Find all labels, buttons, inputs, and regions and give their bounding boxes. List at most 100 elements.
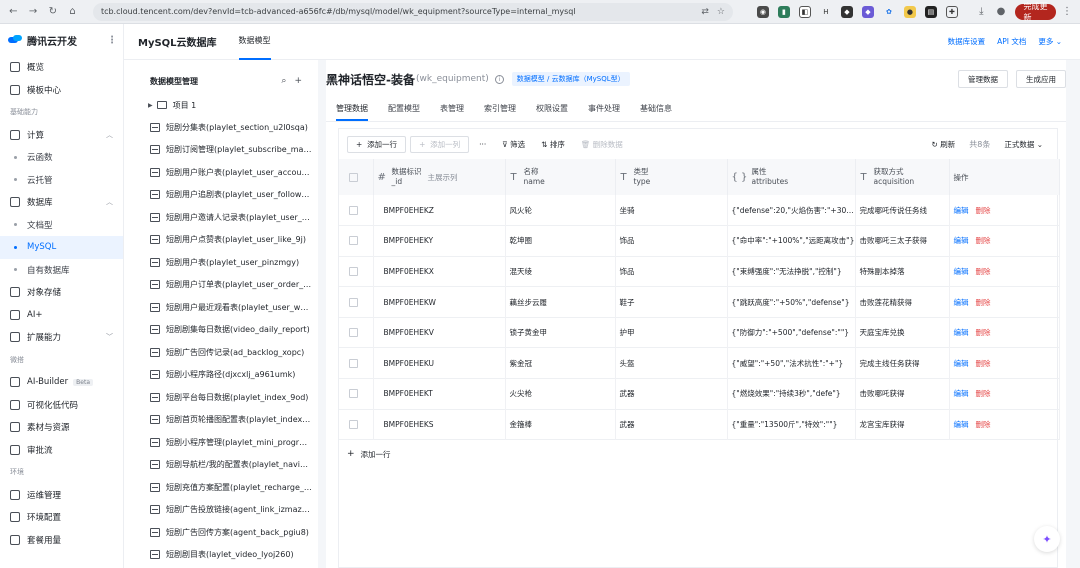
- sidebar-item-overview[interactable]: 概览: [0, 56, 123, 79]
- cell-id[interactable]: BMPF0EHEKW: [373, 286, 506, 318]
- cell-acquisition[interactable]: 完成哪吒传说任务线: [855, 195, 950, 226]
- row-select-cell[interactable]: [339, 378, 374, 410]
- cell-acquisition[interactable]: 击败哪吒三太子获得: [855, 225, 950, 257]
- cell-name[interactable]: 紫金冠: [505, 347, 616, 379]
- list-item[interactable]: 短剧用户邀请人记录表(playlet_user_invite): [138, 206, 312, 229]
- sidebar-item-database[interactable]: 数据库 ︿: [0, 191, 123, 214]
- download-icon[interactable]: ⤓: [976, 5, 987, 19]
- cell-name[interactable]: 金箍棒: [505, 409, 616, 440]
- cell-acquisition[interactable]: 击败哪吒获得: [855, 378, 950, 410]
- cell-name[interactable]: 混天绫: [505, 256, 616, 287]
- list-item[interactable]: 短剧广告回传方案(agent_back_pgiu8): [138, 521, 312, 544]
- edit-link[interactable]: 编辑: [954, 420, 969, 429]
- table-row[interactable]: BMPF0EHEKT 火尖枪 武器 {"燃烧效果":"持续3秒","defe"} 击败哪…: [339, 378, 1060, 410]
- row-checkbox[interactable]: [349, 205, 358, 215]
- list-item[interactable]: 短剧分集表(playlet_section_u2l0sqa): [138, 116, 312, 139]
- list-item[interactable]: 短剧小程序管理(playlet_mini_program): [138, 431, 312, 454]
- add-row-button[interactable]: + 添加一行: [347, 135, 407, 153]
- address-bar[interactable]: tcb.cloud.tencent.com/dev?envId=tcb-adva…: [92, 2, 733, 21]
- list-item[interactable]: 短剧导航栏/我的配置表(playlet_navigation): [138, 454, 312, 477]
- tab-basic-info[interactable]: 基础信息: [640, 103, 672, 121]
- cell-type[interactable]: 坐骑: [615, 195, 728, 226]
- extension-icon[interactable]: ◆: [861, 5, 874, 18]
- assistant-icon[interactable]: ✦: [1034, 526, 1060, 552]
- tab-index-manage[interactable]: 索引管理: [484, 103, 516, 121]
- row-select-cell[interactable]: [339, 195, 374, 226]
- sidebar-item-approval[interactable]: 审批流: [0, 439, 123, 462]
- list-item[interactable]: 短剧用户最近观看表(playlet_user_watch): [138, 296, 312, 319]
- cell-id[interactable]: BMPF0EHEKZ: [373, 195, 506, 226]
- cell-type[interactable]: 武器: [615, 378, 728, 410]
- table-row[interactable]: BMPF0EHEKS 金箍棒 武器 {"重量":"13500斤","特效":""} 龙宫…: [339, 409, 1060, 440]
- cell-name[interactable]: 藕丝步云履: [505, 286, 616, 318]
- cell-type[interactable]: 饰品: [615, 256, 728, 287]
- cell-id[interactable]: BMPF0EHEKV: [373, 317, 506, 348]
- row-select-cell[interactable]: [339, 225, 374, 257]
- sidebar-item-storage[interactable]: 对象存储: [0, 281, 123, 304]
- list-item[interactable]: 短剧用户订单表(playlet_user_order_9x): [138, 274, 312, 297]
- extension-icon[interactable]: H: [820, 6, 832, 18]
- cell-type[interactable]: 鞋子: [615, 286, 728, 318]
- search-icon[interactable]: ⌕: [281, 76, 286, 86]
- list-item[interactable]: 短剧用户账户表(playlet_user_account): [138, 161, 312, 184]
- select-all-checkbox[interactable]: [349, 172, 358, 182]
- extension-icon[interactable]: ▤: [924, 5, 937, 18]
- list-item[interactable]: 短剧用户表(playlet_user_pinzmgy): [138, 251, 312, 274]
- row-checkbox[interactable]: [349, 328, 358, 338]
- cell-name[interactable]: 风火轮: [505, 195, 616, 226]
- cell-attributes[interactable]: {"defense":20,"火焰伤害":"+30%"}: [727, 195, 856, 226]
- add-row-footer[interactable]: + 添加一行: [339, 440, 1057, 468]
- cell-type[interactable]: 头盔: [615, 347, 728, 379]
- filter-button[interactable]: ⊽ 筛选: [496, 136, 531, 153]
- row-checkbox[interactable]: [349, 266, 358, 276]
- cell-attributes[interactable]: {"防御力":"+500","defense":""}: [727, 317, 856, 348]
- cell-id[interactable]: BMPF0EHEKS: [373, 409, 506, 440]
- cell-name[interactable]: 锁子黄金甲: [505, 317, 616, 348]
- add-icon[interactable]: +: [294, 76, 302, 86]
- sidebar-item-usage[interactable]: 套餐用量: [0, 529, 123, 552]
- edit-link[interactable]: 编辑: [954, 267, 969, 276]
- row-select-cell[interactable]: [339, 256, 374, 287]
- sidebar-item-ai-builder[interactable]: AI-Builder Beta: [0, 371, 123, 394]
- cell-attributes[interactable]: {"威望":"+50","法术抗性":"+"}: [727, 347, 856, 379]
- table-row[interactable]: BMPF0EHEKU 紫金冠 头盔 {"威望":"+50","法术抗性":"+"} 完成…: [339, 347, 1060, 379]
- table-row[interactable]: BMPF0EHEKW 藕丝步云履 鞋子 {"跳跃高度":"+50%","defense…: [339, 286, 1060, 318]
- delete-link[interactable]: 删除: [976, 359, 991, 368]
- select-all-cell[interactable]: [339, 159, 374, 195]
- cell-attributes[interactable]: {"跳跃高度":"+50%","defense"}: [727, 286, 856, 318]
- edit-link[interactable]: 编辑: [954, 236, 969, 245]
- db-settings-link[interactable]: 数据库设置: [948, 36, 986, 47]
- row-checkbox[interactable]: [349, 297, 358, 307]
- cell-name[interactable]: 火尖枪: [505, 378, 616, 410]
- delete-link[interactable]: 删除: [976, 420, 991, 429]
- extension-icon[interactable]: ◧: [798, 5, 811, 18]
- sidebar-item-document[interactable]: 文档型: [0, 214, 123, 237]
- list-item[interactable]: 短剧剧目表(laylet_video_lyoj260): [138, 544, 312, 567]
- cell-type[interactable]: 武器: [615, 409, 728, 440]
- tab-data-model[interactable]: 数据模型: [238, 24, 271, 60]
- translate-icon[interactable]: ⇄: [701, 7, 709, 17]
- back-icon[interactable]: ←: [8, 5, 19, 19]
- sidebar-item-cloudrun[interactable]: 云托管: [0, 169, 123, 192]
- cell-acquisition[interactable]: 特殊副本掉落: [855, 256, 950, 287]
- cell-acquisition[interactable]: 击败莲花精获得: [855, 286, 950, 318]
- cell-type[interactable]: 护甲: [615, 317, 728, 348]
- delete-data-button[interactable]: 🗑 删除数据: [575, 136, 629, 153]
- forward-icon[interactable]: →: [28, 5, 39, 19]
- env-select[interactable]: 正式数据 ⌄: [998, 136, 1049, 153]
- sidebar-item-env-config[interactable]: 环境配置: [0, 506, 123, 529]
- sidebar-item-ai[interactable]: AI+: [0, 304, 123, 327]
- reload-icon[interactable]: ↻: [47, 5, 58, 19]
- delete-link[interactable]: 删除: [976, 328, 991, 337]
- cell-attributes[interactable]: {"束缚强度":"无法挣脱","控制"}: [727, 256, 856, 287]
- extension-icon[interactable]: ✿: [883, 6, 895, 18]
- delete-link[interactable]: 删除: [976, 389, 991, 398]
- edit-link[interactable]: 编辑: [954, 389, 969, 398]
- sidebar-item-extensions[interactable]: 扩展能力 ﹀: [0, 326, 123, 349]
- extension-icon[interactable]: ▮: [777, 5, 790, 18]
- edit-link[interactable]: 编辑: [954, 298, 969, 307]
- row-select-cell[interactable]: [339, 409, 374, 440]
- tab-permissions[interactable]: 权限设置: [536, 103, 568, 121]
- sidebar-item-assets[interactable]: 素材与资源: [0, 416, 123, 439]
- cell-attributes[interactable]: {"命中率":"+100%","远距离攻击"}: [727, 225, 856, 257]
